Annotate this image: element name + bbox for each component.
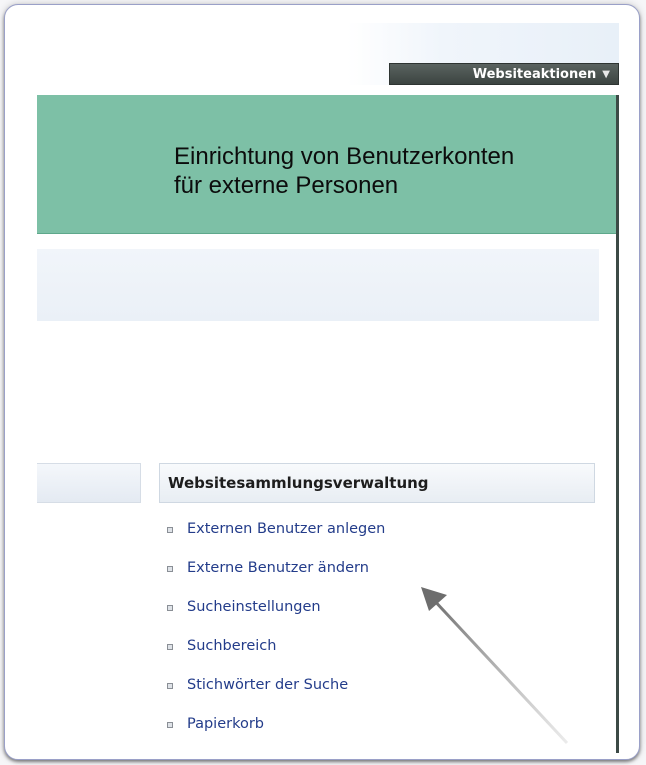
chevron-down-icon: ▼ [602,68,610,80]
link-sucheinstellungen[interactable]: Sucheinstellungen [167,599,385,638]
bullet-icon [167,722,173,728]
sharepoint-page: Websiteaktionen ▼ Einrichtung von Benutz… [37,23,619,753]
section-title: Websitesammlungsverwaltung [168,474,429,492]
info-bar [37,249,599,321]
link-suchbereich[interactable]: Suchbereich [167,638,385,677]
link-label[interactable]: Suchbereich [187,638,276,654]
link-papierkorb[interactable]: Papierkorb [167,716,385,755]
bullet-icon [167,605,173,611]
link-label[interactable]: Papierkorb [187,716,264,732]
link-externe-benutzer-aendern[interactable]: Externe Benutzer ändern [167,560,385,599]
annotation-arrow-icon [421,587,569,745]
right-border [616,95,619,753]
link-label[interactable]: Externe Benutzer ändern [187,560,369,576]
site-actions-menu-button[interactable]: Websiteaktionen ▼ [389,63,619,85]
site-actions-label: Websiteaktionen [472,66,597,82]
link-stichwoerter-der-suche[interactable]: Stichwörter der Suche [167,677,385,716]
screenshot-frame: Websiteaktionen ▼ Einrichtung von Benutz… [4,4,640,760]
link-label[interactable]: Externen Benutzer anlegen [187,521,385,537]
page-banner: Einrichtung von Benutzerkonten für exter… [37,95,619,234]
link-externen-benutzer-anlegen[interactable]: Externen Benutzer anlegen [167,521,385,560]
top-bar: Websiteaktionen ▼ [347,23,619,85]
bullet-icon [167,683,173,689]
admin-link-list: Externen Benutzer anlegen Externe Benutz… [167,521,385,755]
left-section-header [37,463,141,503]
bullet-icon [167,566,173,572]
bullet-icon [167,527,173,533]
section-header: Websitesammlungsverwaltung [159,463,595,503]
page-title: Einrichtung von Benutzerkonten für exter… [174,143,515,199]
link-label[interactable]: Stichwörter der Suche [187,677,348,693]
bullet-icon [167,644,173,650]
link-label[interactable]: Sucheinstellungen [187,599,321,615]
